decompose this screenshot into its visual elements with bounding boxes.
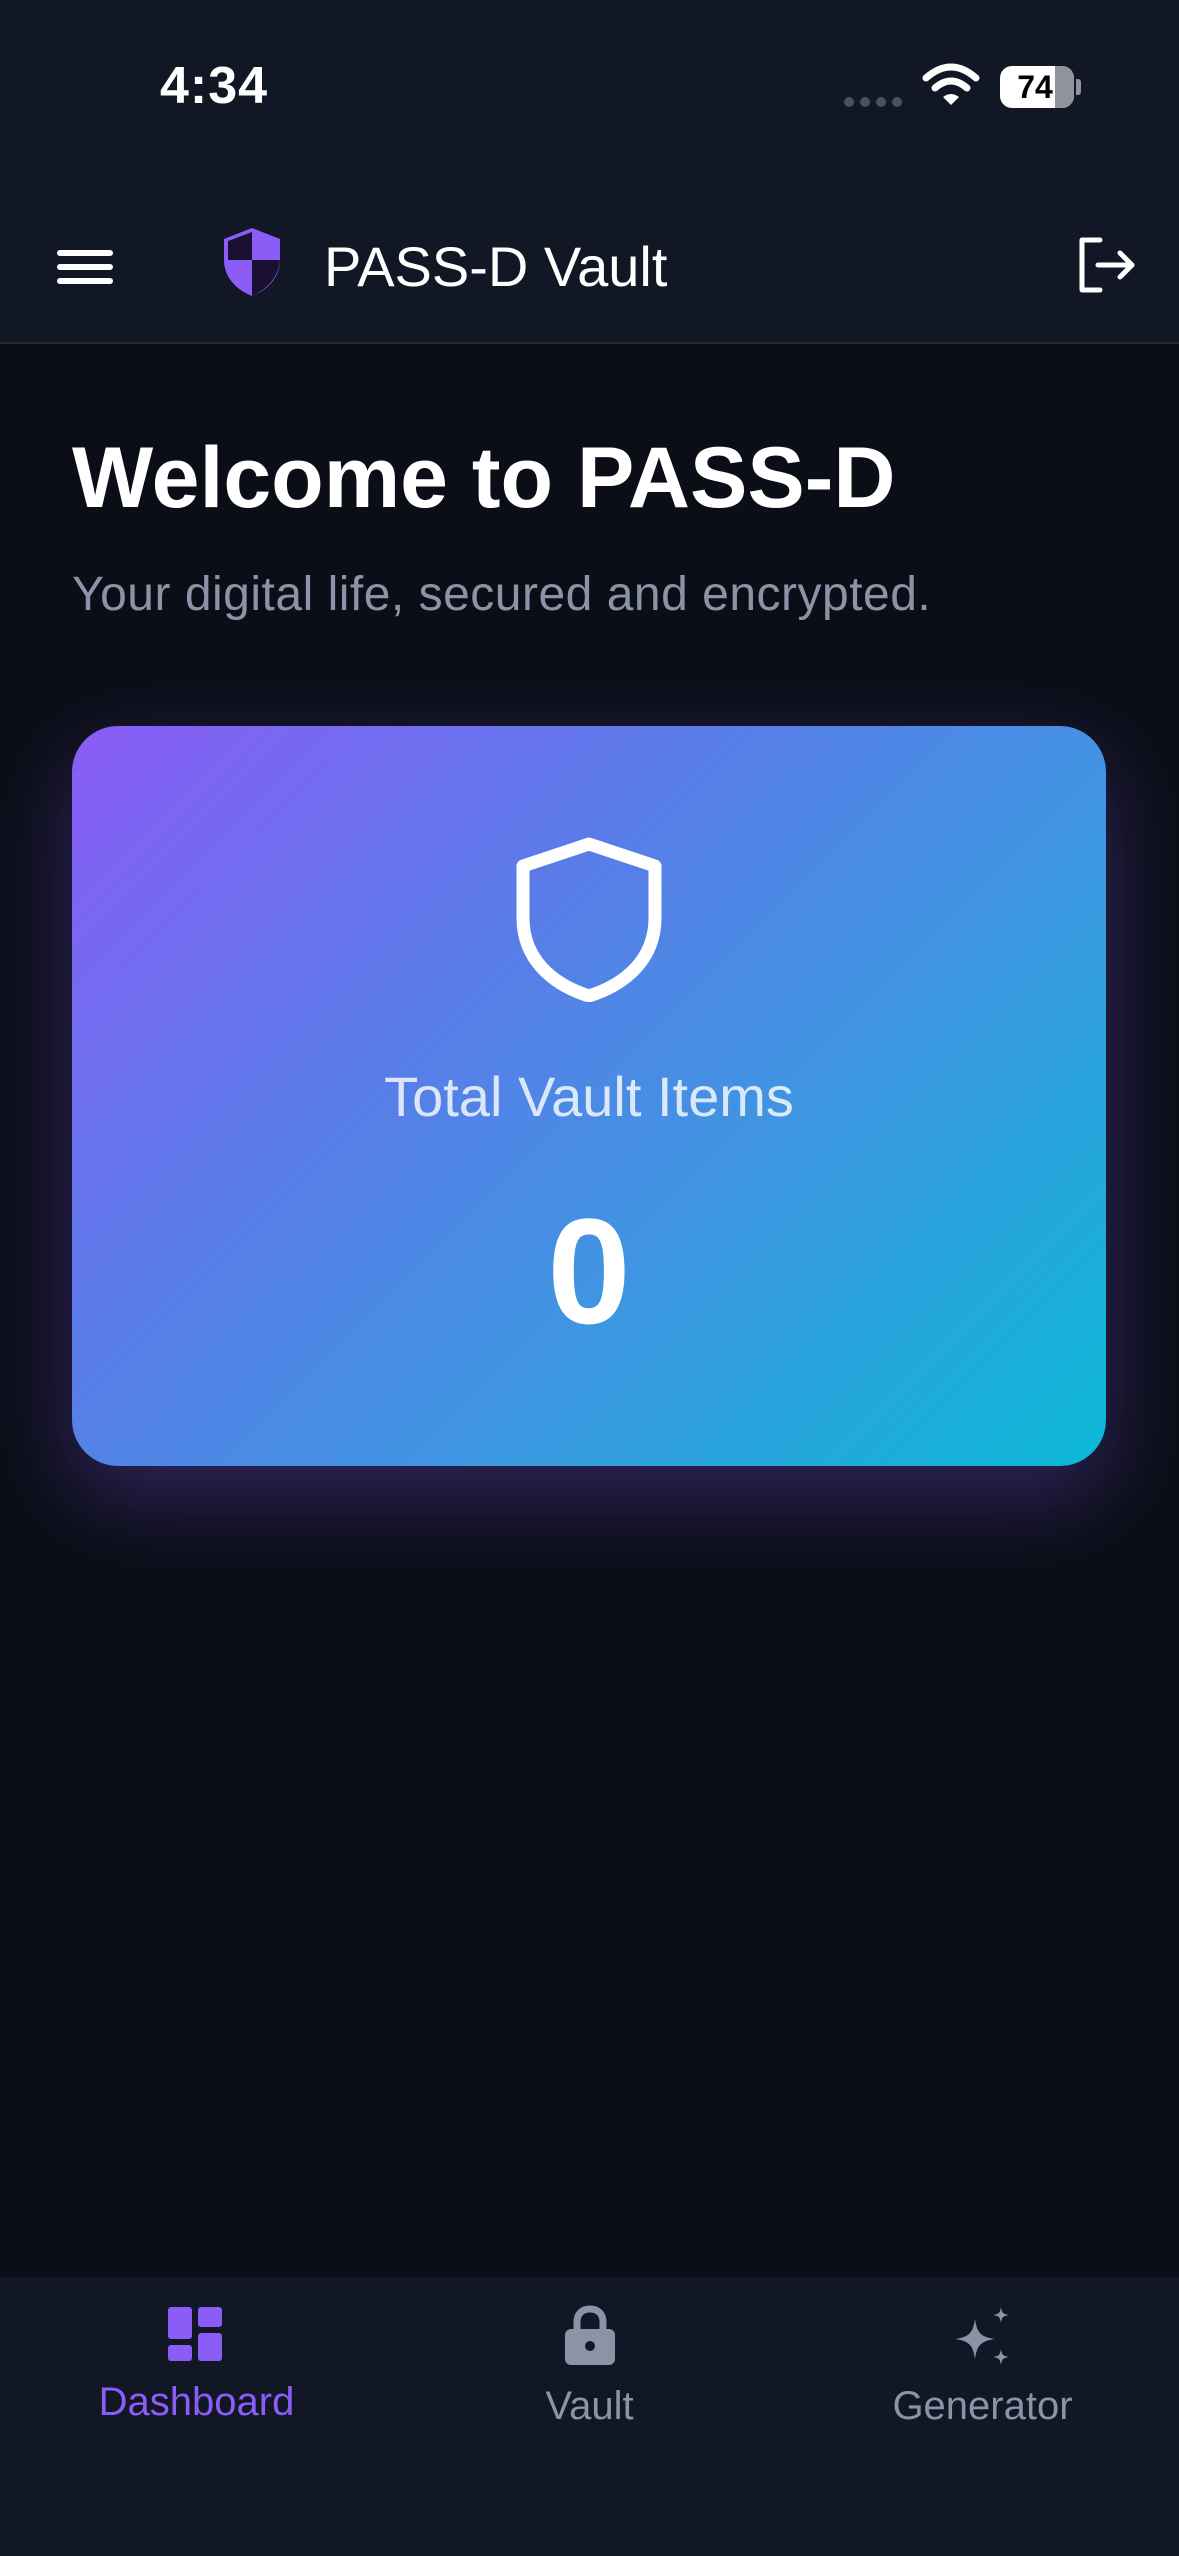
menu-button[interactable]: [50, 232, 120, 302]
card-label: Total Vault Items: [384, 1065, 794, 1128]
bottom-nav: Dashboard Vault Generator: [0, 2277, 1179, 2556]
lock-icon: [565, 2305, 615, 2365]
nav-item-vault[interactable]: Vault: [393, 2277, 786, 2477]
nav-item-generator[interactable]: Generator: [786, 2277, 1179, 2477]
battery-tip: [1076, 79, 1081, 95]
nav-label-vault: Vault: [545, 2384, 634, 2428]
app-header: PASS-D Vault: [0, 190, 1179, 344]
battery-level: 74: [1017, 69, 1053, 105]
wifi-icon: [922, 63, 980, 105]
app-title: PASS-D Vault: [324, 235, 668, 298]
nav-label-generator: Generator: [892, 2384, 1073, 2428]
logout-icon[interactable]: [1070, 230, 1140, 300]
sparkles-icon: [955, 2307, 1009, 2365]
nav-item-dashboard[interactable]: Dashboard: [0, 2277, 393, 2477]
nav-label-dashboard: Dashboard: [98, 2380, 295, 2424]
cellular-signal-icon: [844, 97, 902, 107]
card-value: 0: [547, 1187, 631, 1355]
shield-outline-icon: [516, 837, 662, 1002]
battery-icon: 74: [1000, 66, 1074, 108]
menu-icon-bar: [57, 264, 113, 270]
status-time: 4:34: [160, 57, 269, 115]
welcome-subtitle: Your digital life, secured and encrypted…: [72, 568, 932, 621]
menu-icon-bar: [57, 250, 113, 256]
shield-half-icon: [224, 228, 280, 296]
welcome-title: Welcome to PASS-D: [72, 430, 896, 526]
total-vault-items-card: Total Vault Items 0: [72, 726, 1106, 1466]
menu-icon-bar: [57, 278, 113, 284]
status-bar: 4:34 74: [0, 0, 1179, 190]
dashboard-grid-icon: [168, 2307, 222, 2361]
